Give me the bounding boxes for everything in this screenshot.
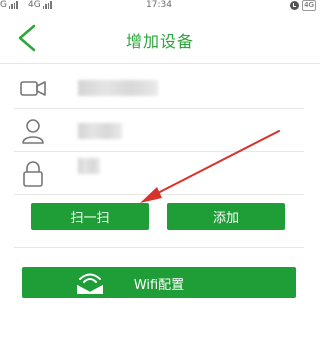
lock-icon xyxy=(23,161,43,187)
status-left: G 4G xyxy=(0,0,52,10)
username-row xyxy=(0,111,320,151)
carrier-label-2: 4G xyxy=(27,0,41,10)
signal-icon xyxy=(8,1,18,9)
status-time: 17:34 xyxy=(146,0,172,10)
header: 增加设备 xyxy=(0,14,320,62)
device-id-value-blurred xyxy=(78,80,158,96)
add-button[interactable]: 添加 xyxy=(167,203,285,230)
wifi-config-button[interactable]: Wifi配置 xyxy=(22,267,296,298)
device-row xyxy=(0,68,320,108)
password-input[interactable] xyxy=(78,160,298,188)
carrier-label-1: G xyxy=(0,0,7,10)
page-title: 增加设备 xyxy=(125,32,194,51)
header-divider xyxy=(0,63,320,64)
signal-icon-2 xyxy=(42,1,52,9)
wifi-config-label: Wifi配置 xyxy=(133,278,185,293)
username-divider xyxy=(14,151,304,152)
scan-button[interactable]: 扫一扫 xyxy=(31,203,149,230)
actions-divider xyxy=(14,247,304,248)
status-bar: G 4G 17:34 4G xyxy=(0,0,320,14)
user-icon xyxy=(22,119,44,144)
password-value-blurred xyxy=(78,158,100,174)
network-badge: 4G xyxy=(302,0,316,11)
camera-icon xyxy=(20,81,46,96)
password-divider xyxy=(14,194,304,195)
device-divider xyxy=(14,108,304,109)
password-row xyxy=(0,154,320,194)
status-right: 4G xyxy=(290,0,316,11)
alarm-icon xyxy=(290,1,300,10)
username-value-blurred xyxy=(78,123,122,139)
